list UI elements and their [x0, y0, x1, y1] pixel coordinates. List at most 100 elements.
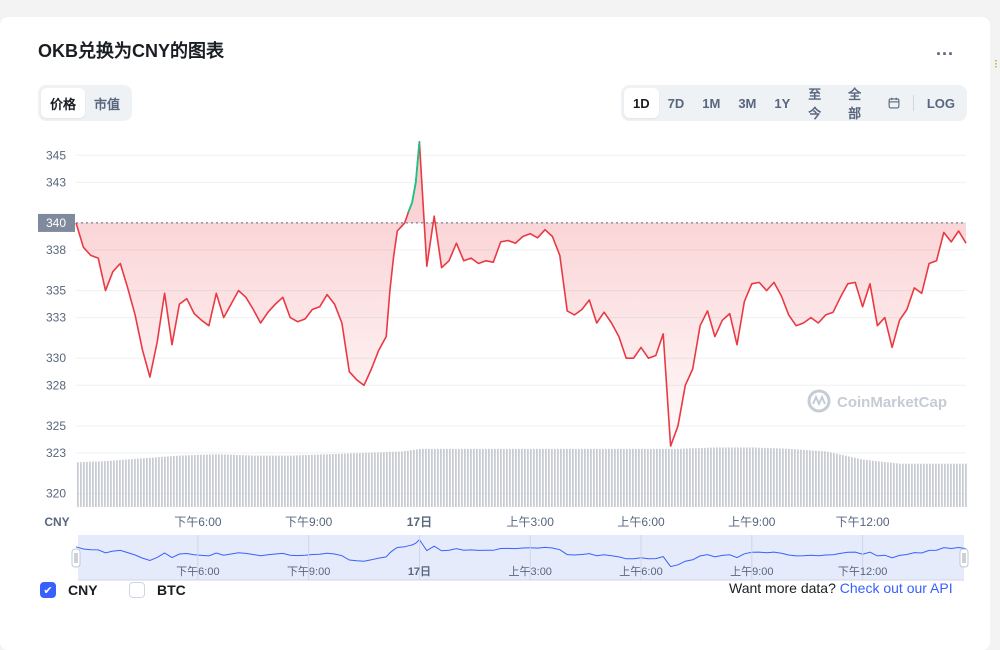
navigator-tick-label: 上午3:00 — [509, 565, 552, 578]
volume-bar — [701, 447, 703, 507]
volume-bar — [524, 448, 526, 507]
check-icon[interactable]: ✔ — [40, 582, 56, 598]
y-tick-label: 335 — [46, 284, 66, 298]
volume-bar — [863, 459, 865, 507]
volume-bar — [254, 455, 256, 507]
range-selector: 1D 7D 1M 3M 1Y 至今 全部 LOG — [621, 85, 967, 121]
volume-bar — [839, 454, 841, 507]
volume-bar — [593, 448, 595, 507]
range-1y[interactable]: 1Y — [765, 88, 799, 118]
volume-bar — [956, 463, 958, 507]
range-all[interactable]: 全部 — [839, 87, 879, 121]
volume-bar — [851, 457, 853, 507]
volume-bar — [137, 458, 139, 507]
volume-bar — [272, 455, 274, 507]
navigator-handle-right[interactable] — [959, 548, 969, 568]
volume-bar — [122, 459, 124, 507]
volume-bar — [677, 448, 679, 507]
volume-bar — [326, 454, 328, 507]
volume-bar — [257, 455, 259, 507]
volume-bar — [917, 463, 919, 507]
tab-market-cap[interactable]: 市值 — [85, 88, 129, 118]
api-promo-text: Want more data? — [729, 580, 836, 596]
volume-bar — [89, 461, 91, 507]
volume-bar — [590, 448, 592, 507]
volume-bar — [662, 448, 664, 507]
volume-bar — [167, 456, 169, 507]
checkbox-icon[interactable] — [129, 582, 145, 598]
y-tick-label: 338 — [46, 243, 66, 257]
y-tick-label: 345 — [46, 148, 66, 162]
volume-bar — [659, 448, 661, 507]
range-7d[interactable]: 7D — [659, 88, 694, 118]
volume-bar — [581, 448, 583, 507]
navigator-handle-left[interactable] — [71, 548, 81, 568]
volume-bar — [692, 448, 694, 507]
volume-bar — [947, 463, 949, 507]
volume-bar — [770, 448, 772, 507]
volume-bar — [80, 462, 82, 507]
x-tick-label: 上午9:00 — [728, 515, 776, 529]
volume-bar — [959, 463, 961, 507]
range-ytd[interactable]: 至今 — [799, 87, 839, 121]
volume-bar — [386, 452, 388, 507]
volume-bar — [587, 448, 589, 507]
volume-bar — [803, 449, 805, 507]
legend-cny[interactable]: ✔ CNY — [40, 582, 98, 598]
volume-bar — [665, 448, 667, 507]
volume-bar — [419, 448, 421, 507]
volume-bar — [629, 448, 631, 507]
range-1d[interactable]: 1D — [624, 88, 659, 118]
volume-bar — [842, 455, 844, 507]
volume-bar — [722, 447, 724, 507]
volume-bar — [809, 450, 811, 507]
volume-bar — [938, 463, 940, 507]
navigator-tick-label: 上午9:00 — [730, 565, 773, 578]
volume-bar — [314, 454, 316, 507]
volume-bar — [608, 448, 610, 507]
log-scale-button[interactable]: LOG — [918, 88, 964, 118]
volume-bar — [710, 447, 712, 507]
volume-bar — [749, 447, 751, 507]
volume-bar — [932, 463, 934, 507]
more-options-button[interactable]: ... — [936, 39, 954, 60]
volume-bar — [191, 455, 193, 507]
range-navigator[interactable]: 下午6:00 下午9:00 17日 上午3:00 上午6:00 上午9:00 下午12:00 — [71, 535, 969, 581]
volume-bar — [509, 448, 511, 507]
volume-bar — [113, 460, 115, 507]
volume-bar — [674, 448, 676, 507]
volume-bar — [206, 454, 208, 507]
volume-bar — [893, 462, 895, 507]
volume-bar — [176, 455, 178, 507]
y-tick-label: 330 — [46, 351, 66, 365]
volume-bar — [116, 460, 118, 507]
price-chart[interactable]: 320 323 325 328 330 333 335 338 343 345 下午6:00 下午9… — [0, 130, 1000, 590]
divider — [913, 95, 914, 111]
legend-btc[interactable]: BTC — [129, 582, 186, 598]
volume-bar — [212, 454, 214, 507]
api-link[interactable]: Check out our API — [840, 580, 953, 596]
volume-bar — [539, 448, 541, 507]
calendar-button[interactable] — [879, 88, 909, 118]
navigator-tick-label: 下午6:00 — [176, 565, 219, 578]
volume-bar — [344, 453, 346, 507]
volume-bar — [293, 455, 295, 507]
volume-bar — [611, 448, 613, 507]
volume-bar — [683, 448, 685, 507]
range-1m[interactable]: 1M — [693, 88, 729, 118]
volume-bar — [416, 449, 418, 507]
volume-bar — [347, 453, 349, 507]
volume-bar — [194, 455, 196, 507]
tab-price[interactable]: 价格 — [41, 88, 86, 118]
volume-bar — [533, 448, 535, 507]
volume-bar — [461, 448, 463, 507]
volume-bar — [503, 448, 505, 507]
volume-bar — [698, 448, 700, 507]
volume-bar — [866, 460, 868, 507]
volume-bar — [515, 448, 517, 507]
volume-bar — [746, 447, 748, 507]
volume-bar — [779, 448, 781, 507]
volume-bar — [884, 462, 886, 507]
volume-bar — [911, 463, 913, 507]
range-3m[interactable]: 3M — [729, 88, 765, 118]
